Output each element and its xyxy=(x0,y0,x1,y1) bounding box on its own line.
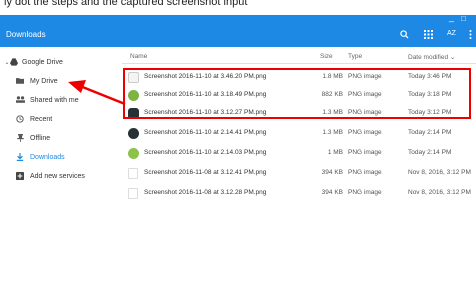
annotation-arrow-icon xyxy=(68,80,126,106)
